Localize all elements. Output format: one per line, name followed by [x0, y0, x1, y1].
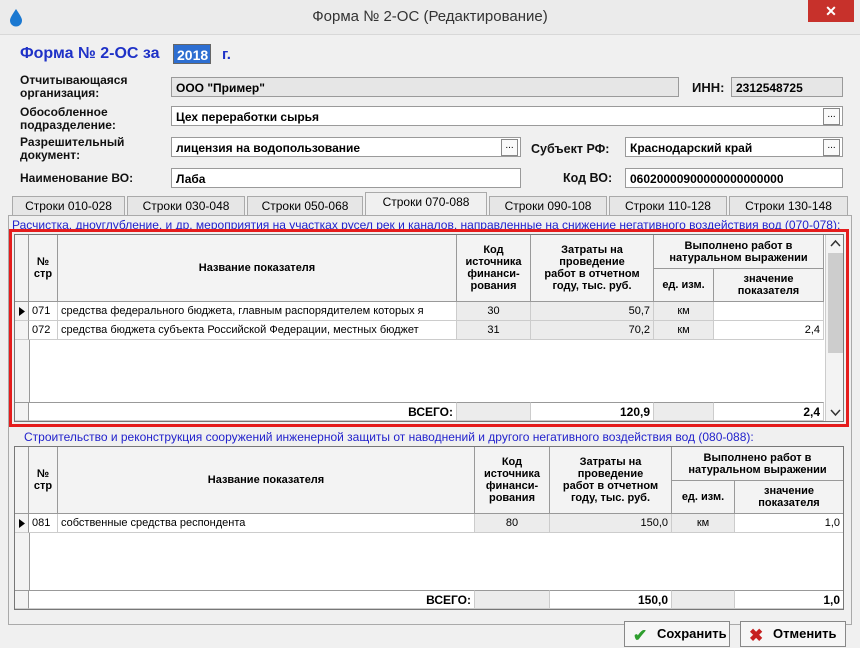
- header-value: значение показателя: [735, 481, 843, 514]
- table-cell-num[interactable]: 081: [29, 514, 58, 533]
- org-label: Отчитывающаяся организация:: [20, 73, 128, 100]
- header-name: Название показателя: [58, 447, 475, 514]
- row-pointer-icon: [19, 519, 25, 528]
- tab-070-088[interactable]: Строки 070-088: [365, 192, 487, 216]
- save-button[interactable]: ✔ Сохранить: [624, 621, 730, 647]
- inn-field[interactable]: 2312548725: [731, 77, 843, 97]
- year-suffix: г.: [222, 46, 231, 63]
- inn-label: ИНН:: [692, 80, 725, 95]
- vo-field[interactable]: Лаба: [171, 168, 521, 188]
- tab-130-148[interactable]: Строки 130-148: [729, 196, 848, 215]
- tab-030-048[interactable]: Строки 030-048: [127, 196, 245, 215]
- subdiv-label: Обособленное подразделение:: [20, 105, 116, 132]
- tab-050-068[interactable]: Строки 050-068: [247, 196, 363, 215]
- row-indicator-empty: [15, 533, 30, 591]
- table-cell-cost[interactable]: 150,0: [550, 514, 672, 533]
- header-unit: ед. изм.: [672, 481, 735, 514]
- x-icon: ✖: [749, 626, 764, 645]
- tab-110-128[interactable]: Строки 110-128: [609, 196, 727, 215]
- tab-090-108[interactable]: Строки 090-108: [489, 196, 607, 215]
- region-browse-button[interactable]: ...: [823, 139, 840, 156]
- table-cell-unit[interactable]: км: [672, 514, 735, 533]
- total-indicator: [15, 590, 29, 609]
- cancel-button[interactable]: ✖ Отменить: [740, 621, 846, 647]
- total-unit-cell: [672, 590, 735, 609]
- region-label: Субъект РФ:: [531, 142, 610, 156]
- permit-browse-button[interactable]: ...: [501, 139, 518, 156]
- header-num: № стр: [29, 447, 58, 514]
- section2-title: Строительство и реконструкция сооружений…: [24, 430, 754, 444]
- vocode-label: Код ВО:: [563, 171, 613, 185]
- cancel-button-label: Отменить: [773, 626, 837, 641]
- table-cell-code[interactable]: 80: [475, 514, 550, 533]
- subdiv-field[interactable]: Цех переработки сырья: [171, 106, 843, 126]
- vo-label: Наименование ВО:: [20, 171, 134, 185]
- header-code: Код источника финанси- рования: [475, 447, 550, 514]
- vocode-field[interactable]: 06020000900000000000000: [625, 168, 843, 188]
- check-icon: ✔: [633, 626, 648, 645]
- header-cost: Затраты на проведение работ в отчетном г…: [550, 447, 672, 514]
- total-cost: 150,0: [550, 590, 672, 609]
- permit-field[interactable]: лицензия на водопользование: [171, 137, 521, 157]
- table-cell-value[interactable]: 1,0: [735, 514, 843, 533]
- region-field[interactable]: Краснодарский край: [625, 137, 843, 157]
- section2-grid: № стр Название показателя Код источника …: [14, 446, 844, 610]
- tab-010-028[interactable]: Строки 010-028: [12, 196, 125, 215]
- form-title: Форма № 2-ОС за: [20, 45, 160, 62]
- window-title: Форма № 2-ОС (Редактирование): [312, 8, 548, 25]
- total-label: ВСЕГО:: [29, 590, 475, 609]
- row-indicator: [15, 514, 29, 533]
- permit-label: Разрешительный документ:: [20, 135, 125, 162]
- close-button[interactable]: ✕: [808, 0, 854, 22]
- table-cell-name[interactable]: собственные средства респондента: [58, 514, 475, 533]
- year-input[interactable]: 2018: [173, 44, 211, 64]
- header-indicator: [15, 447, 29, 514]
- highlight-frame: [9, 229, 849, 427]
- save-button-label: Сохранить: [657, 626, 727, 641]
- total-value: 1,0: [735, 590, 843, 609]
- org-field[interactable]: ООО "Пример": [171, 77, 679, 97]
- title-bar: Форма № 2-ОС (Редактирование) ✕: [0, 0, 860, 35]
- subdiv-browse-button[interactable]: ...: [823, 108, 840, 125]
- header-done: Выполнено работ в натуральном выражении: [672, 447, 843, 481]
- total-code-cell: [475, 590, 550, 609]
